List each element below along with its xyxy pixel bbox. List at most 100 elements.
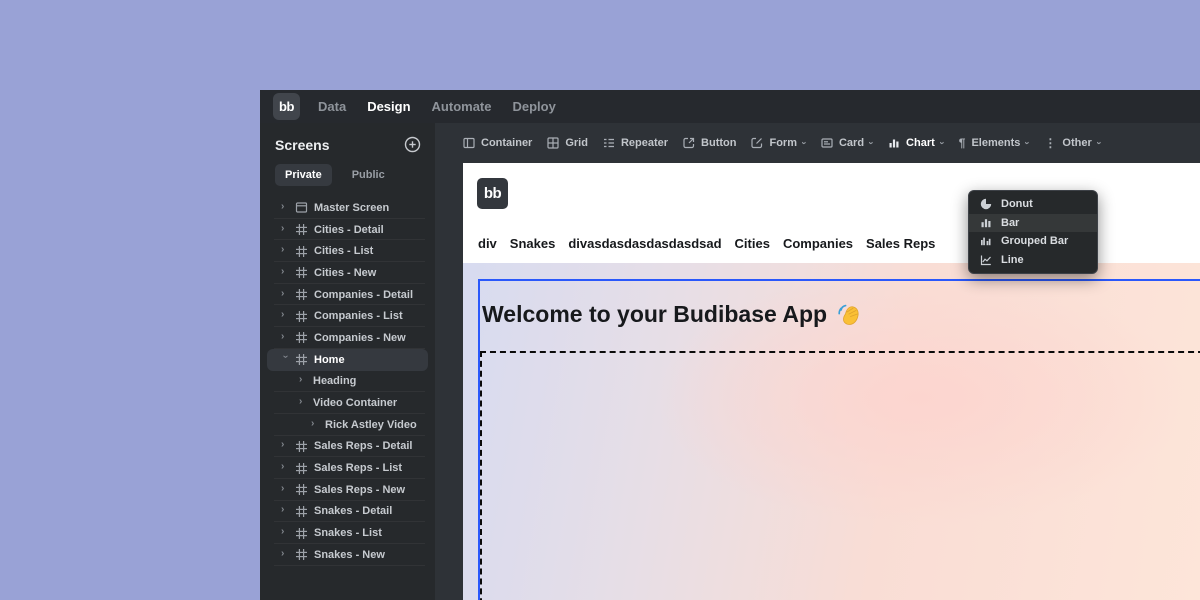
chart-menu-item[interactable]: Grouped Bar bbox=[969, 232, 1097, 251]
chevron-down-icon: › bbox=[1094, 141, 1105, 145]
toolbar-item-label: Elements bbox=[971, 137, 1021, 149]
toolbar-item[interactable]: Card › bbox=[821, 137, 877, 149]
card-icon bbox=[821, 138, 833, 148]
preview-nav-link[interactable]: div bbox=[478, 236, 497, 251]
screen-row[interactable]: › Cities - New bbox=[260, 262, 435, 284]
preview-app-logo[interactable]: bb bbox=[477, 178, 508, 209]
screen-row[interactable]: › Rick Astley Video bbox=[260, 414, 435, 436]
screen-label: Snakes - List bbox=[314, 527, 382, 540]
video-drop-target-outline[interactable] bbox=[480, 351, 1200, 600]
toolbar-item[interactable]: Repeater bbox=[603, 137, 668, 149]
screen-grid-icon bbox=[296, 549, 307, 561]
main-row: Screens Private Public › Master Screen ›… bbox=[260, 123, 1200, 600]
preview-nav-link[interactable]: Cities bbox=[735, 236, 770, 251]
screen-visibility-tab[interactable]: Public bbox=[342, 164, 395, 186]
chevron-right-icon[interactable]: › bbox=[299, 375, 307, 385]
selected-container-outline[interactable]: Welcome to your Budibase App 👋 bbox=[478, 279, 1200, 600]
preview-nav-link[interactable]: Snakes bbox=[510, 236, 556, 251]
chevron-down-icon: › bbox=[866, 141, 877, 145]
chart-menu-item-label: Grouped Bar bbox=[1001, 235, 1069, 248]
screen-row[interactable]: › Cities - Detail bbox=[260, 219, 435, 241]
preview-nav-link[interactable]: divasdasdasdasdasdsad bbox=[568, 236, 721, 251]
screen-label: Snakes - Detail bbox=[314, 505, 393, 518]
screen-row[interactable]: › Heading bbox=[260, 371, 435, 393]
chevron-right-icon[interactable]: › bbox=[281, 483, 289, 494]
toolbar-item[interactable]: ¶ Elements › bbox=[958, 136, 1033, 150]
screen-row[interactable]: › Snakes - New bbox=[260, 544, 435, 566]
screen-row[interactable]: › Sales Reps - List bbox=[260, 457, 435, 479]
chevron-right-icon[interactable]: › bbox=[299, 397, 307, 407]
screen-label: Cities - Detail bbox=[314, 223, 384, 236]
toolbar-item-label: Form bbox=[769, 137, 797, 149]
budibase-logo[interactable]: bb bbox=[273, 93, 300, 120]
chevron-right-icon[interactable]: › bbox=[281, 223, 289, 234]
chevron-right-icon[interactable]: › bbox=[281, 548, 289, 559]
screen-row[interactable]: › Home bbox=[267, 348, 428, 371]
chart-menu-item[interactable]: Donut bbox=[969, 195, 1097, 214]
chevron-right-icon[interactable]: › bbox=[281, 505, 289, 515]
screen-grid-icon bbox=[296, 440, 307, 452]
screen-grid-icon bbox=[296, 310, 307, 322]
chevron-right-icon[interactable]: › bbox=[281, 266, 289, 277]
screen-row[interactable]: › Sales Reps - Detail bbox=[260, 436, 435, 458]
screen-row[interactable]: › Snakes - List bbox=[260, 522, 435, 544]
screen-label: Video Container bbox=[313, 397, 398, 410]
chart-dropdown-menu: Donut Bar Grouped Bar Line bbox=[968, 190, 1098, 274]
component-toolbar: Container Grid Repeater Button Form › Ca… bbox=[435, 123, 1200, 163]
toolbar-item-label: Grid bbox=[565, 137, 588, 149]
chart-menu-item[interactable]: Bar bbox=[969, 213, 1097, 232]
chevron-right-icon[interactable]: › bbox=[281, 527, 289, 537]
toolbar-item[interactable]: Button bbox=[683, 137, 736, 149]
chevron-right-icon[interactable]: › bbox=[281, 310, 289, 320]
screen-row[interactable]: › Master Screen bbox=[260, 197, 435, 219]
chevron-right-icon[interactable]: › bbox=[281, 440, 289, 450]
toolbar-item[interactable]: Chart › bbox=[888, 137, 947, 149]
chevron-right-icon[interactable]: › bbox=[281, 245, 289, 255]
button-icon bbox=[683, 137, 695, 149]
toolbar-item-label: Button bbox=[701, 137, 737, 149]
screen-visibility-tabs: Private Public bbox=[260, 164, 435, 186]
design-panel: Container Grid Repeater Button Form › Ca… bbox=[435, 123, 1200, 600]
chevron-right-icon[interactable]: › bbox=[311, 418, 319, 429]
toolbar-item-label: Repeater bbox=[620, 137, 669, 149]
chevron-right-icon[interactable]: › bbox=[281, 331, 289, 342]
top-nav-tab[interactable]: Design bbox=[367, 99, 410, 114]
chevron-right-icon[interactable]: › bbox=[281, 288, 289, 299]
top-nav-tab[interactable]: Data bbox=[318, 99, 346, 114]
layout-icon bbox=[295, 202, 308, 213]
screen-row[interactable]: › Sales Reps - New bbox=[260, 479, 435, 501]
screen-visibility-tab[interactable]: Private bbox=[275, 164, 332, 186]
toolbar-item[interactable]: Grid bbox=[547, 137, 588, 149]
form-icon bbox=[751, 137, 763, 149]
screen-row[interactable]: › Companies - New bbox=[260, 327, 435, 349]
chart-menu-item-label: Bar bbox=[1001, 216, 1020, 229]
add-screen-button[interactable] bbox=[404, 136, 421, 153]
elements-pilcrow-icon: ¶ bbox=[958, 136, 966, 150]
preview-nav-link[interactable]: Sales Reps bbox=[866, 236, 935, 251]
toolbar-item[interactable]: Container bbox=[463, 137, 532, 149]
top-nav-tab[interactable]: Automate bbox=[432, 99, 492, 114]
screen-label: Companies - Detail bbox=[314, 288, 414, 301]
screens-title: Screens bbox=[275, 136, 330, 153]
screen-row[interactable]: › Snakes - Detail bbox=[260, 501, 435, 523]
repeater-icon bbox=[603, 138, 614, 148]
toolbar-item[interactable]: Form › bbox=[751, 137, 809, 149]
screen-row[interactable]: › Cities - List bbox=[260, 240, 435, 262]
more-dots-icon: ⋮ bbox=[1044, 136, 1057, 150]
screen-grid-icon bbox=[296, 289, 307, 301]
chart-menu-item[interactable]: Line bbox=[969, 251, 1097, 270]
chevron-right-icon[interactable]: › bbox=[281, 462, 289, 472]
preview-nav-link[interactable]: Companies bbox=[783, 236, 853, 251]
screen-label: Cities - List bbox=[314, 245, 374, 258]
screen-grid-icon bbox=[296, 245, 307, 257]
screen-grid-icon bbox=[296, 332, 307, 344]
toolbar-item[interactable]: ⋮ Other › bbox=[1044, 136, 1104, 150]
screen-grid-icon bbox=[296, 224, 307, 236]
screen-row[interactable]: › Companies - List bbox=[260, 305, 435, 327]
welcome-heading[interactable]: Welcome to your Budibase App 👋 bbox=[482, 301, 1200, 328]
chevron-right-icon[interactable]: › bbox=[280, 355, 291, 363]
screen-row[interactable]: › Companies - Detail bbox=[260, 284, 435, 306]
top-nav-tab[interactable]: Deploy bbox=[512, 99, 555, 114]
screen-row[interactable]: › Video Container bbox=[260, 392, 435, 414]
chevron-right-icon[interactable]: › bbox=[281, 201, 289, 212]
